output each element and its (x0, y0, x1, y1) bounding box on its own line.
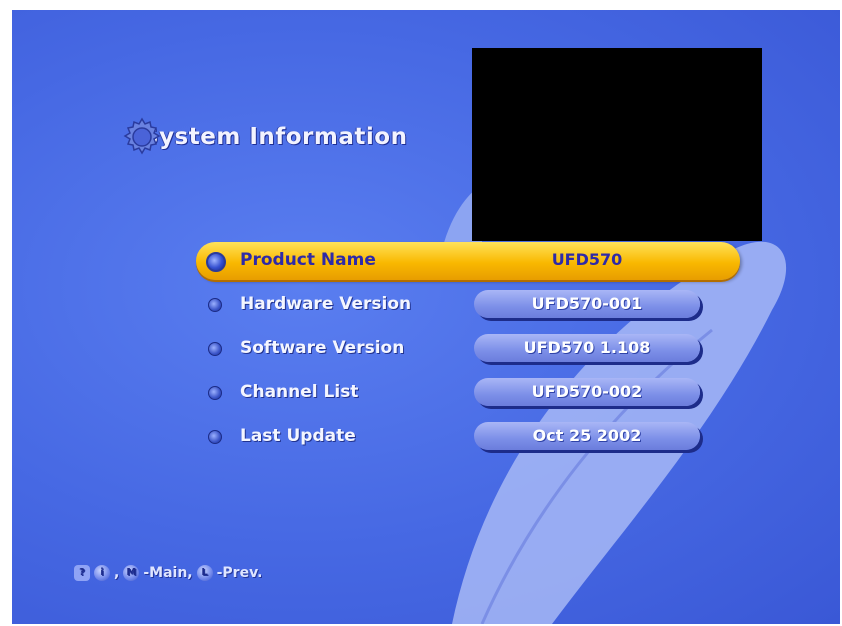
circle-bullet-icon (208, 430, 222, 444)
info-row-channel-list[interactable]: Channel List UFD570-002 (196, 374, 740, 412)
row-value: UFD570-001 (531, 294, 643, 313)
info-row-software-version[interactable]: Software Version UFD570 1.108 (196, 330, 740, 368)
info-row-hardware-version[interactable]: Hardware Version UFD570-001 (196, 286, 740, 324)
page-title-group: System Information (120, 112, 407, 162)
prev-key-icon: L (196, 565, 213, 581)
prev-key-label: -Prev. (216, 565, 263, 581)
key-help-bar: ? i , M -Main, L -Prev. (74, 565, 262, 581)
video-preview-window (472, 48, 762, 241)
row-value: UFD570-002 (531, 382, 643, 401)
row-value: Oct 25 2002 (532, 426, 642, 445)
row-label: Last Update (240, 426, 356, 446)
row-value: UFD570 (551, 250, 623, 269)
row-value: UFD570 1.108 (523, 338, 651, 357)
info-row-product-name[interactable]: Product Name UFD570 (196, 242, 740, 280)
info-row-last-update[interactable]: Last Update Oct 25 2002 (196, 418, 740, 456)
tv-screen: System Information Product Name UFD570 H… (12, 10, 840, 624)
main-key-icon: M (123, 565, 140, 581)
info-key-icon: i (94, 565, 110, 581)
row-label: Software Version (240, 338, 405, 358)
circle-bullet-icon (206, 252, 226, 272)
help-icon: ? (74, 565, 90, 581)
gear-icon (120, 115, 164, 159)
main-key-label: -Main, (143, 565, 193, 581)
separator: , (114, 565, 120, 581)
row-label: Product Name (240, 250, 376, 270)
circle-bullet-icon (208, 342, 222, 356)
page-title: System Information (142, 124, 408, 150)
row-label: Hardware Version (240, 294, 412, 314)
circle-bullet-icon (208, 386, 222, 400)
row-label: Channel List (240, 382, 359, 402)
circle-bullet-icon (208, 298, 222, 312)
